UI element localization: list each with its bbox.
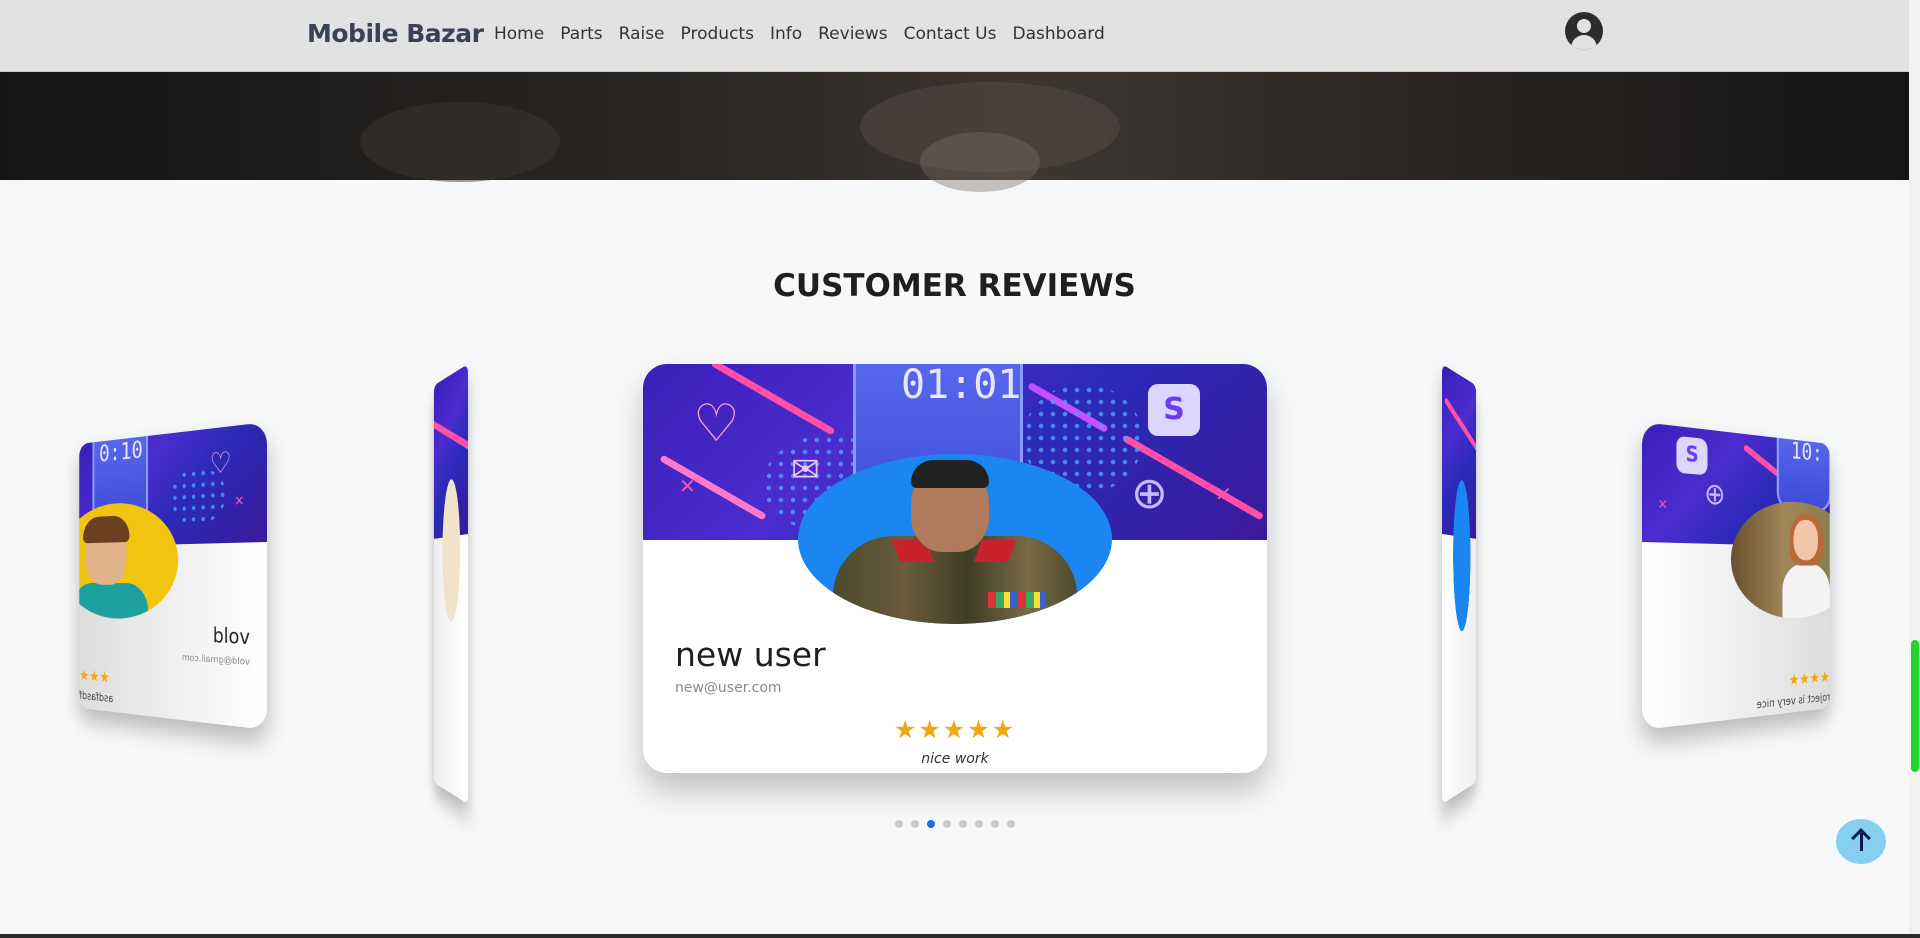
pagination-dot[interactable] bbox=[1006, 820, 1015, 828]
scrollbar-thumb[interactable] bbox=[1911, 640, 1919, 772]
x-mark-icon: ✕ bbox=[679, 474, 696, 498]
photo-face bbox=[1793, 519, 1818, 561]
clock-graphic: 0:10 bbox=[99, 436, 143, 468]
rating-stars: ★★★★★ bbox=[893, 715, 1017, 744]
x-mark-icon: ✕ bbox=[234, 493, 245, 510]
pagination-dot[interactable] bbox=[958, 820, 967, 828]
reviewer-photo bbox=[798, 454, 1112, 624]
reviewer-photo bbox=[442, 476, 461, 624]
reviewer-email: new@user.com bbox=[675, 680, 782, 696]
carousel-pagination bbox=[0, 820, 1909, 828]
globe-icon: ⊕ bbox=[1704, 475, 1726, 513]
x-mark-icon: ✕ bbox=[1657, 496, 1668, 514]
nav-products[interactable]: Products bbox=[681, 24, 754, 44]
review-card-far-right[interactable]: S ⊕ ✕ 10: ★★★★ roject is very nice bbox=[1642, 422, 1830, 730]
section-title: CUSTOMER REVIEWS bbox=[773, 268, 1136, 304]
brand-logo[interactable]: Mobile Bazar bbox=[307, 19, 484, 48]
nav-raise[interactable]: Raise bbox=[619, 24, 665, 44]
nav-info[interactable]: Info bbox=[770, 24, 802, 44]
hero-blob bbox=[360, 102, 560, 182]
photo-coat bbox=[1782, 563, 1830, 621]
nav-contact-us[interactable]: Contact Us bbox=[904, 24, 997, 44]
review-card-active[interactable]: 01:01 ♡ ✕ ✕ S ⊕ ✉ new user new@user.com … bbox=[643, 364, 1267, 773]
pagination-dot[interactable] bbox=[910, 820, 919, 828]
heart-icon: ♡ bbox=[693, 394, 740, 454]
pagination-dot[interactable] bbox=[942, 820, 951, 828]
dots-pattern bbox=[170, 465, 226, 526]
review-comment: nice work bbox=[921, 751, 989, 767]
x-mark-icon: ✕ bbox=[1215, 482, 1232, 506]
stripe-graphic bbox=[433, 420, 468, 452]
clock-graphic: 01:01 bbox=[901, 364, 1022, 408]
scrollbar[interactable] bbox=[1909, 0, 1920, 938]
hero-blob bbox=[920, 132, 1040, 192]
envelope-icon: ✉ bbox=[791, 450, 820, 490]
reviewer-name: new user bbox=[675, 635, 826, 674]
review-card-mid-left[interactable] bbox=[433, 364, 468, 804]
stripe-graphic bbox=[1444, 396, 1477, 456]
user-circle-icon[interactable] bbox=[1565, 12, 1603, 50]
hero-image bbox=[0, 72, 1909, 192]
avatar-shirt bbox=[79, 582, 149, 621]
photo-ribbon bbox=[988, 592, 1046, 608]
rating-stars: ★★★ bbox=[79, 666, 110, 687]
pagination-dot[interactable] bbox=[894, 820, 903, 828]
scroll-to-top-button[interactable] bbox=[1836, 819, 1886, 864]
phone-graphic bbox=[1776, 422, 1830, 513]
globe-icon: ⊕ bbox=[1131, 468, 1168, 519]
nav-dashboard[interactable]: Dashboard bbox=[1013, 24, 1105, 44]
pagination-dot[interactable] bbox=[974, 820, 983, 828]
pagination-dot-active[interactable] bbox=[926, 820, 935, 828]
avatar-body bbox=[1571, 35, 1597, 50]
nav-reviews[interactable]: Reviews bbox=[818, 24, 888, 44]
avatar-head bbox=[1577, 19, 1591, 33]
skype-icon: S bbox=[1148, 384, 1200, 436]
arrow-up-icon-shaft bbox=[1860, 833, 1863, 851]
clock-graphic: 10: bbox=[1790, 437, 1823, 468]
pagination-dot[interactable] bbox=[990, 820, 999, 828]
photo-hair bbox=[911, 460, 989, 488]
avatar-hair bbox=[83, 515, 130, 544]
reviewer-name: vold bbox=[212, 623, 250, 650]
skype-icon: S bbox=[1676, 435, 1708, 476]
nav-links: Home Parts Raise Products Info Reviews C… bbox=[494, 24, 1105, 44]
nav-parts[interactable]: Parts bbox=[560, 24, 602, 44]
navbar: Mobile Bazar Home Parts Raise Products I… bbox=[0, 0, 1909, 72]
review-card-mid-right[interactable] bbox=[1442, 364, 1477, 804]
window-bottom-edge bbox=[0, 934, 1920, 938]
review-card-far-left[interactable]: 0:10 ♡ ✕ vold vold@gmail.com ★★★ asdfasd… bbox=[79, 422, 267, 730]
stripe-graphic bbox=[659, 454, 767, 521]
nav-home[interactable]: Home bbox=[494, 24, 544, 44]
